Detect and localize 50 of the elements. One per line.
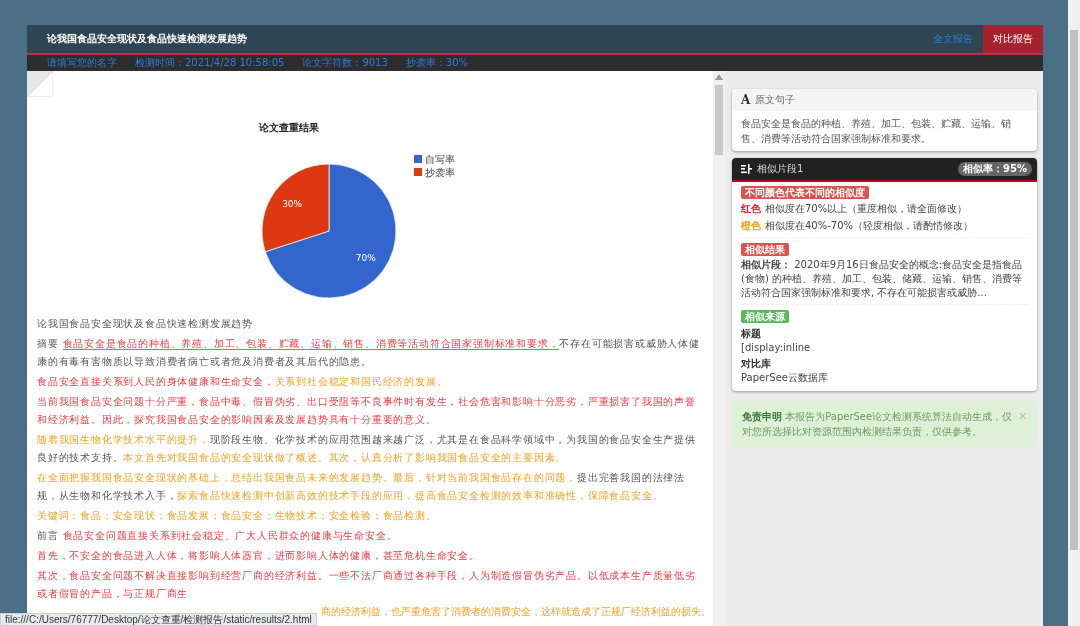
legend-item: 自写率 (414, 154, 455, 165)
info-text: 论文字符数：9013 (302, 56, 388, 70)
color-name: 红色 (741, 203, 761, 214)
legend-text: 相似度在70%以上（重度相似，请全面修改） (765, 203, 968, 214)
paragraph: 当前我国食品安全问题十分严重，食品中毒、假冒伪劣、出口受阻等不良事件时有发生，社会危害和影响十分恶劣，严重损害了我国的声誉和经济利益。因此，探究我国食品安全的影响因素及发展趋势具有十分重要的意义。 (37, 395, 697, 427)
color-name: 橙色 (741, 220, 761, 231)
scrollbar[interactable] (1068, 0, 1080, 626)
source-label: 相似来源 (741, 310, 789, 323)
info-text: 请填写您的名字 (47, 56, 117, 70)
card-title: 原文句子 (755, 93, 796, 107)
close-button[interactable]: × (1018, 409, 1027, 423)
legend-item: 抄袭率 (414, 167, 455, 178)
status-bar: file:///C:/Users/76777/Desktop/论文查重/检测报告/static/results/2.html (0, 613, 317, 626)
report-tab[interactable]: 全文报告 (923, 25, 983, 53)
paragraph: 商的经济利益，也严重危害了消费者的消费安全，这样就造成了正规厂经济利益的损失。 (321, 605, 703, 619)
slice-label: 30% (282, 199, 303, 210)
paragraph: 论我国食品安全现状及食品快速检测发展趋势 (37, 317, 254, 331)
legend-label: 抄袭率 (425, 167, 455, 178)
card-title: 相似片段1 (757, 162, 805, 176)
legend-text: 相似度在40%-70%（轻度相似，请酌情修改） (765, 220, 974, 231)
result-label: 相似结果 (741, 243, 789, 256)
paragraph: 摘要 食品安全是食品的种植、养殖、加工、包装、贮藏、运输、销售、消费等活动符合国家强制标准和要求，不存在可能损害或威胁人体健康的有毒有害物质以导致消费者病亡或者危及消费者及其后代的隐患。 (37, 337, 701, 369)
field-value: PaperSee云数据库 (741, 371, 829, 385)
similarity-badge: 相似率：95% (958, 162, 1032, 176)
paragraph: 前言 食品安全问题直接关系到社会稳定、广大人民群众的健康与生命安全。 (37, 529, 399, 543)
paragraph: 随着我国生物化学技术水平的提升，现阶段生物、化学技术的应用范围越来越广泛，尤其是在食品科学领域中，为我国的食品安全生产提供良好的技术支持。本文首先对我国食品的安全现状做了概述。其次，认真分析了影响我国食品安全的主要因素。 (37, 433, 697, 465)
window-title: 论我国食品安全现状及食品快速检测发展趋势 (46, 32, 248, 46)
field-name: 对比库 (741, 357, 772, 371)
bars-icon (741, 164, 752, 174)
paragraph: 在全面把握我国食品安全现状的基础上，总结出我国食品未来的发展趋势。最后，针对当前我国食品存在的问题，提出完善我国的法律法规，从生物和化学技术入手，探索食品快速检测中创新高效的技术手段的应用，提高食品安全检测的效率和准确性，保障食品安全。 (37, 471, 686, 503)
slice-label: 70% (355, 252, 376, 263)
chart-title: 论文查重结果 (259, 122, 319, 133)
scroll-thumb[interactable] (715, 85, 723, 155)
report-tab[interactable]: 对比报告 (983, 25, 1043, 53)
notice-text: 免责申明 本报告为PaperSee论文检测系统算法自动生成，仅对您所选择比对资源范围内检测结果负责，仅供参考。 (742, 410, 1013, 439)
paragraph: 关键词：食品；安全现状；食品发展；食品安全；生物技术；安全检验；食品检测。 (37, 509, 438, 523)
scrollbar[interactable] (713, 71, 725, 626)
original-sentence: 食品安全是食品的种植、养殖、加工、包装、贮藏、运输、销售、消费等活动符合国家强制标准和要求。 (740, 117, 1012, 146)
legend-label: 不同颜色代表不同的相似度 (741, 186, 869, 199)
paragraph: 其次，食品安全问题不解决直接影响到经营厂商的经济利益。一些不法厂商通过各种手段，人为制造假冒伪劣产品。以低成本生产质量低劣或者假冒的产品，与正规厂商生 (37, 569, 697, 601)
info-text: 抄袭率：30% (405, 56, 469, 70)
font-icon: A (741, 93, 751, 107)
paragraph: 首先，不安全的食品进入人体，将影响人体器官，进而影响人体的健康，甚至危机生命安全。 (37, 549, 481, 563)
result-text: 相似片段： 2020年9月16日食品安全的概念:食品安全是指食品(食物) 的种植、养殖、加工、包装、储藏、运输、销售、消费等活动符合国家强制标准和要求, 不存在可能损害或威胁... (741, 258, 1024, 300)
field-value: [display:inline (741, 341, 812, 355)
field-name: 标题 (741, 327, 762, 341)
info-text: 检测时间：2021/4/28 10:58:05 (135, 56, 285, 70)
paragraph: 食品安全直接关系到人民的身体健康和生命安全，关系到社会稳定和国民经济的发展。 (37, 375, 449, 389)
scroll-up-icon[interactable] (715, 74, 723, 80)
legend-label: 自写率 (425, 154, 455, 165)
